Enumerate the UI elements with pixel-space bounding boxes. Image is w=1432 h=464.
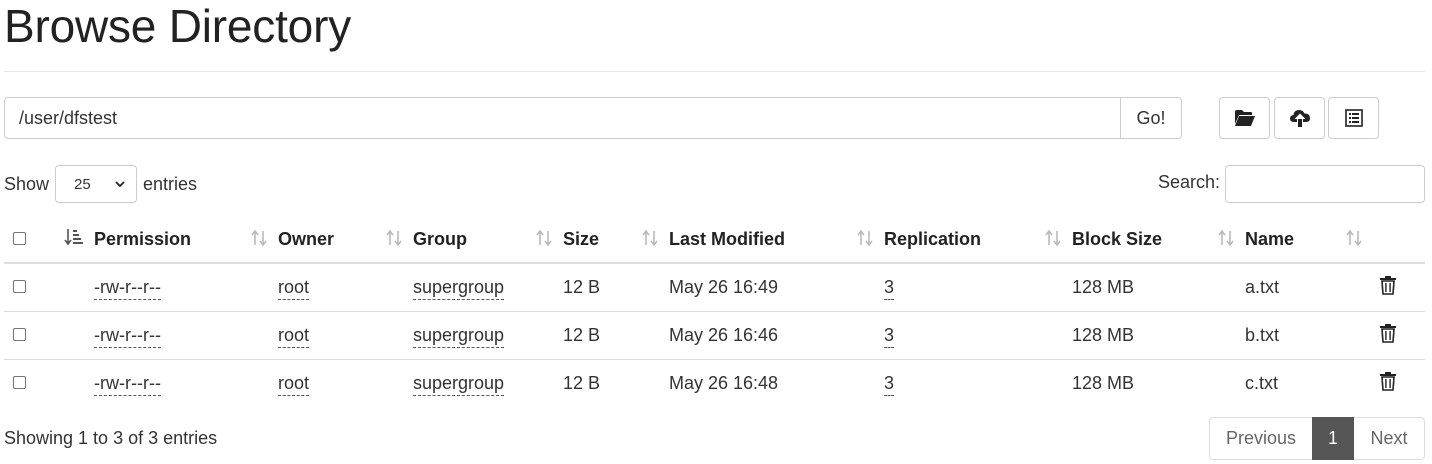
modified-cell: May 26 16:48	[669, 359, 884, 407]
col-block-size[interactable]: Block Size	[1072, 216, 1245, 264]
page-title: Browse Directory	[4, 0, 351, 52]
select-all-checkbox[interactable]	[13, 231, 26, 245]
replication-cell[interactable]: 3	[884, 373, 895, 396]
table-info: Showing 1 to 3 of 3 entries	[4, 428, 218, 448]
next-page-button[interactable]: Next	[1354, 417, 1425, 460]
select-all-header	[4, 216, 52, 264]
show-label: Show	[4, 173, 50, 194]
size-cell: 12 B	[563, 262, 669, 312]
name-cell[interactable]: b.txt	[1245, 311, 1373, 360]
trash-icon	[1380, 276, 1396, 295]
sort-icon	[251, 229, 267, 247]
file-table: Permission Owner Group Size Last Modifie…	[4, 216, 1425, 407]
row-checkbox[interactable]	[13, 376, 26, 389]
table-row: -rw-r--r-- root supergroup 12 B May 26 1…	[4, 311, 1425, 360]
row-checkbox[interactable]	[13, 328, 26, 341]
search-label: Search:	[1158, 172, 1221, 192]
sort-icon	[642, 229, 658, 247]
block-size-cell: 128 MB	[1072, 359, 1245, 407]
col-label: Name	[1245, 228, 1295, 249]
col-group[interactable]: Group	[413, 216, 563, 264]
sort-icon	[536, 229, 552, 247]
table-row: -rw-r--r-- root supergroup 12 B May 26 1…	[4, 359, 1425, 407]
delete-button[interactable]	[1379, 275, 1397, 300]
create-directory-button[interactable]	[1219, 97, 1270, 139]
col-owner[interactable]: Owner	[278, 216, 413, 264]
col-replication[interactable]: Replication	[884, 216, 1072, 264]
entries-select-value: 25	[74, 175, 91, 193]
col-last-modified[interactable]: Last Modified	[669, 216, 884, 264]
col-label: Size	[563, 228, 600, 249]
modified-cell: May 26 16:46	[669, 311, 884, 360]
col-label: Owner	[278, 228, 335, 249]
list-icon	[1344, 109, 1363, 127]
owner-cell[interactable]: root	[278, 373, 310, 396]
chevron-down-icon	[115, 181, 125, 188]
row-checkbox[interactable]	[13, 280, 26, 293]
divider	[4, 71, 1425, 72]
trash-icon	[1380, 372, 1396, 391]
entries-label: entries	[143, 173, 198, 194]
name-cell[interactable]: c.txt	[1245, 359, 1373, 407]
list-view-button[interactable]	[1328, 97, 1379, 139]
group-cell[interactable]: supergroup	[413, 373, 505, 396]
group-cell[interactable]: supergroup	[413, 325, 505, 348]
block-size-cell: 128 MB	[1072, 311, 1245, 360]
col-label: Block Size	[1072, 228, 1163, 249]
folder-open-icon	[1234, 110, 1255, 126]
path-bar: Go!	[4, 97, 1182, 139]
sort-icon	[1346, 229, 1362, 247]
permission-cell[interactable]: -rw-r--r--	[94, 373, 161, 396]
name-cell[interactable]: a.txt	[1245, 262, 1373, 312]
block-size-cell: 128 MB	[1072, 262, 1245, 312]
delete-button[interactable]	[1379, 323, 1397, 348]
pagination: Previous 1 Next	[1209, 417, 1425, 460]
col-permission[interactable]: Permission	[94, 216, 278, 264]
sort-icon	[386, 229, 402, 247]
col-label: Last Modified	[669, 228, 785, 249]
table-header-row: Permission Owner Group Size Last Modifie…	[4, 216, 1425, 264]
col-label: Group	[413, 228, 467, 249]
cloud-upload-icon	[1289, 110, 1310, 127]
entries-select[interactable]: 25	[55, 165, 138, 203]
current-page-button[interactable]: 1	[1312, 417, 1354, 460]
previous-page-button[interactable]: Previous	[1209, 417, 1312, 460]
delete-button[interactable]	[1379, 371, 1397, 396]
sort-icon	[857, 229, 873, 247]
owner-cell[interactable]: root	[278, 277, 310, 300]
trash-icon	[1380, 324, 1396, 343]
size-cell: 12 B	[563, 359, 669, 407]
table-row: -rw-r--r-- root supergroup 12 B May 26 1…	[4, 262, 1425, 312]
sort-icon	[1045, 229, 1061, 247]
sort-ascending-icon	[64, 228, 83, 245]
sort-index-header[interactable]	[52, 216, 94, 264]
permission-cell[interactable]: -rw-r--r--	[94, 325, 161, 348]
col-label: Permission	[94, 228, 192, 249]
replication-cell[interactable]: 3	[884, 277, 895, 300]
group-cell[interactable]: supergroup	[413, 277, 505, 300]
upload-button[interactable]	[1274, 97, 1325, 139]
path-input[interactable]	[4, 97, 1120, 139]
col-label: Replication	[884, 228, 982, 249]
sort-icon	[1218, 229, 1234, 247]
modified-cell: May 26 16:49	[669, 262, 884, 312]
search-input[interactable]	[1225, 165, 1425, 203]
go-button[interactable]: Go!	[1120, 97, 1182, 139]
col-name[interactable]: Name	[1245, 216, 1373, 264]
col-size[interactable]: Size	[563, 216, 669, 264]
permission-cell[interactable]: -rw-r--r--	[94, 277, 161, 300]
length-control: Show 25 entries	[4, 165, 197, 203]
replication-cell[interactable]: 3	[884, 325, 895, 348]
owner-cell[interactable]: root	[278, 325, 310, 348]
col-actions	[1373, 216, 1425, 264]
size-cell: 12 B	[563, 311, 669, 360]
